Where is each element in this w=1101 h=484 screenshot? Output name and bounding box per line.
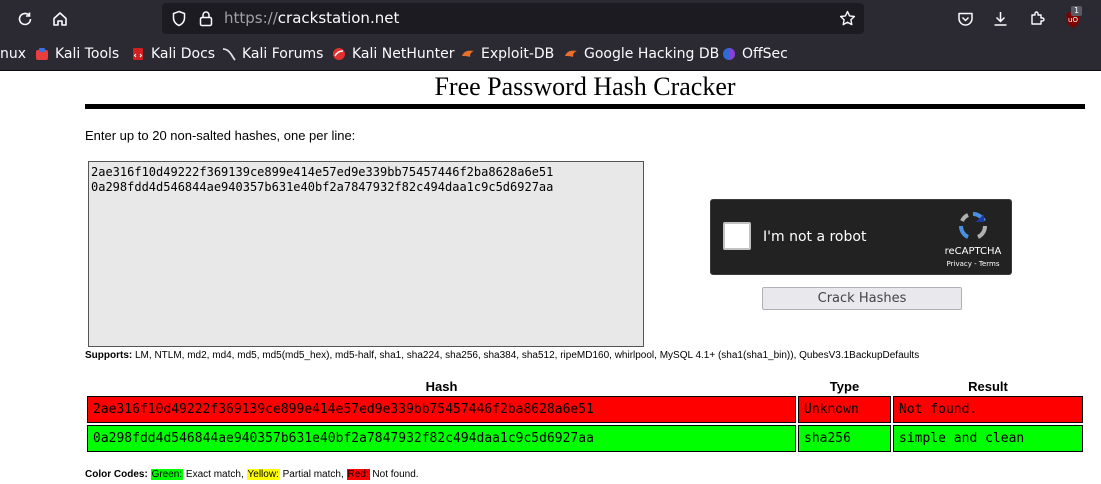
- pocket-icon[interactable]: [955, 0, 975, 37]
- supports-label: Supports:: [85, 350, 133, 361]
- bookmark-offsec[interactable]: OffSec: [722, 37, 788, 70]
- bookmark-google-hacking-db[interactable]: Google Hacking DB: [564, 37, 719, 70]
- type-cell: Unknown: [798, 396, 891, 423]
- bookmark-label: OffSec: [742, 45, 788, 62]
- bookmark-kali-linux[interactable]: nux: [0, 37, 26, 70]
- lock-icon[interactable]: [199, 10, 213, 32]
- supported-algorithms: Supports: LM, NTLM, md2, md4, md5, md5(m…: [85, 350, 919, 361]
- bookmark-label: nux: [0, 45, 27, 62]
- hash-input-textarea[interactable]: 2ae316f10d49222f369139ce899e414e57ed9e33…: [88, 161, 644, 347]
- kali-forums-icon: [222, 47, 236, 61]
- url-host: crackstation.net: [277, 9, 400, 27]
- instructions-text: Enter up to 20 non-salted hashes, one pe…: [85, 128, 356, 143]
- recaptcha-widget: I'm not a robot reCAPTCHA Privacy - Term…: [710, 199, 1012, 275]
- bookmark-exploit-db[interactable]: Exploit-DB: [461, 37, 554, 70]
- column-header-type: Type: [829, 378, 860, 394]
- crack-hashes-button[interactable]: Crack Hashes: [762, 287, 962, 310]
- url-protocol: https://: [224, 9, 278, 27]
- title-divider: [85, 104, 1085, 109]
- offsec-icon: [722, 47, 736, 61]
- extension-badge: 1: [1071, 6, 1082, 16]
- bookmark-label: Exploit-DB: [481, 45, 555, 62]
- column-header-result: Result: [968, 378, 1008, 394]
- hash-cell: 0a298fdd4d546844ae940357b631e40bf2a78479…: [87, 425, 796, 452]
- color-codes-label: Color Codes:: [85, 469, 148, 480]
- table-row: 2ae316f10d49222f369139ce899e414e57ed9e33…: [87, 396, 1083, 423]
- bookmark-kali-nethunter[interactable]: Kali NetHunter: [332, 37, 454, 70]
- bookmark-kali-docs[interactable]: Kali Docs: [131, 37, 215, 70]
- recaptcha-links[interactable]: Privacy - Terms: [941, 260, 1005, 268]
- recaptcha-label: I'm not a robot: [763, 229, 867, 245]
- bookmark-label: Google Hacking DB: [584, 45, 720, 62]
- yellow-code-swatch: Yellow:: [246, 469, 280, 480]
- ghdb-icon: [564, 47, 578, 61]
- bookmark-label: Kali Forums: [242, 45, 324, 62]
- recaptcha-checkbox[interactable]: [723, 222, 751, 250]
- kali-tools-icon: [35, 47, 49, 61]
- bookmark-kali-forums[interactable]: Kali Forums: [222, 37, 323, 70]
- result-cell: Not found.: [893, 396, 1083, 423]
- svg-text:uO: uO: [1068, 16, 1078, 24]
- bookmark-label: Kali NetHunter: [352, 45, 455, 62]
- shield-icon[interactable]: [171, 10, 187, 32]
- browser-toolbar: https://crackstation.net uO 1: [0, 0, 1101, 37]
- recaptcha-brand: reCAPTCHA: [944, 246, 1002, 257]
- bookmark-kali-tools[interactable]: Kali Tools: [35, 37, 119, 70]
- results-table: Hash Type Result 2ae316f10d49222f369139c…: [85, 376, 1085, 454]
- extensions-icon[interactable]: [1027, 0, 1047, 37]
- supports-list: LM, NTLM, md2, md4, md5, md5(md5_hex), m…: [132, 350, 920, 361]
- recaptcha-logo-icon: [956, 210, 990, 247]
- star-icon[interactable]: [839, 10, 856, 32]
- result-cell: simple and clean: [893, 425, 1083, 452]
- red-code-desc: Not found.: [369, 469, 419, 480]
- table-row: 0a298fdd4d546844ae940357b631e40bf2a78479…: [87, 425, 1083, 452]
- exploit-db-icon: [461, 47, 475, 61]
- results-header-row: Hash Type Result: [87, 378, 1083, 394]
- column-header-hash: Hash: [425, 378, 458, 394]
- bookmark-label: Kali Tools: [55, 45, 120, 62]
- red-code-swatch: Red:: [346, 469, 370, 480]
- type-cell: sha256: [798, 425, 891, 452]
- nethunter-icon: [332, 47, 346, 61]
- kali-docs-icon: [131, 47, 145, 61]
- home-icon[interactable]: [47, 0, 73, 37]
- reload-icon[interactable]: [12, 0, 38, 37]
- bookmarks-bar: nux Kali Tools Kali Docs Kali Forums Kal…: [0, 37, 1101, 71]
- hash-cell: 2ae316f10d49222f369139ce899e414e57ed9e33…: [87, 396, 796, 423]
- green-code-swatch: Green:: [150, 469, 184, 480]
- green-code-desc: Exact match,: [183, 469, 247, 480]
- page-title: Free Password Hash Cracker: [434, 72, 736, 101]
- yellow-code-desc: Partial match,: [279, 469, 347, 480]
- download-icon[interactable]: [990, 0, 1010, 37]
- url-text[interactable]: https://crackstation.net: [224, 9, 399, 28]
- bookmark-label: Kali Docs: [151, 45, 216, 62]
- color-codes-legend: Color Codes: Green: Exact match, Yellow:…: [85, 469, 419, 480]
- url-bar[interactable]: https://crackstation.net: [162, 3, 864, 34]
